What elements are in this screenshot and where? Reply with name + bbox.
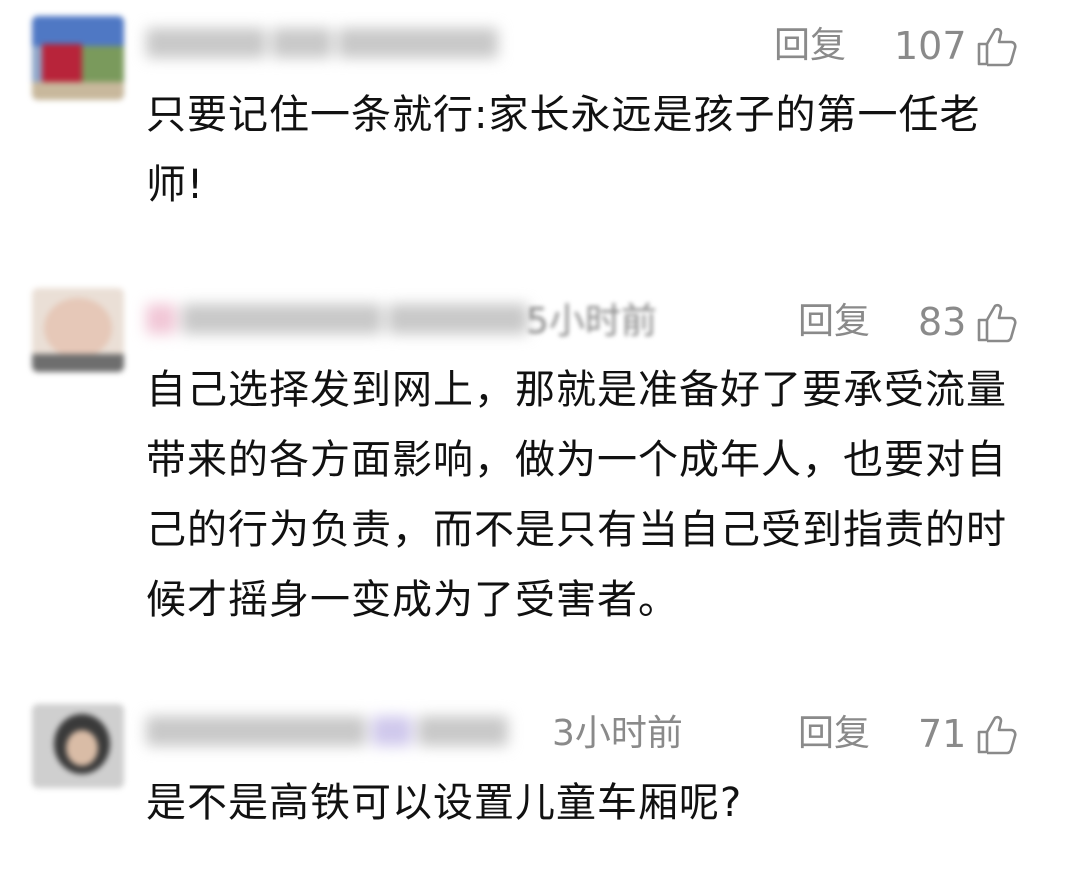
comment-meta: 3小时前 回复 71 (146, 708, 1020, 762)
reply-button[interactable]: 回复 (798, 710, 870, 758)
comment-time: 3小时前 (552, 713, 683, 754)
reply-button[interactable]: 回复 (798, 298, 870, 346)
like-count: 71 (918, 712, 967, 756)
username-blurred[interactable] (146, 28, 546, 68)
comment-text: 是不是高铁可以设置儿童车厢呢? (146, 780, 743, 826)
comment-meta: 5小时前 回复 83 (146, 296, 1020, 350)
comment-meta: 回复 107 (146, 20, 1020, 74)
avatar[interactable] (32, 704, 124, 788)
like-count: 107 (894, 24, 967, 68)
comment-text: 只要记住一条就行:家长永远是孩子的第一任老师! (146, 92, 981, 208)
thumbs-up-icon[interactable] (976, 26, 1018, 68)
thumbs-up-icon[interactable] (976, 302, 1018, 344)
avatar[interactable] (32, 288, 124, 372)
comment-text: 自己选择发到网上，那就是准备好了要承受流量带来的各方面影响，做为一个成年人，也要… (146, 367, 1007, 623)
comment-time: 5小时前 (526, 301, 657, 342)
username-blurred[interactable] (146, 716, 546, 756)
thumbs-up-icon[interactable] (976, 714, 1018, 756)
username-blurred[interactable] (146, 304, 546, 344)
like-count: 83 (918, 300, 967, 344)
avatar[interactable] (32, 16, 124, 100)
reply-button[interactable]: 回复 (774, 22, 846, 70)
